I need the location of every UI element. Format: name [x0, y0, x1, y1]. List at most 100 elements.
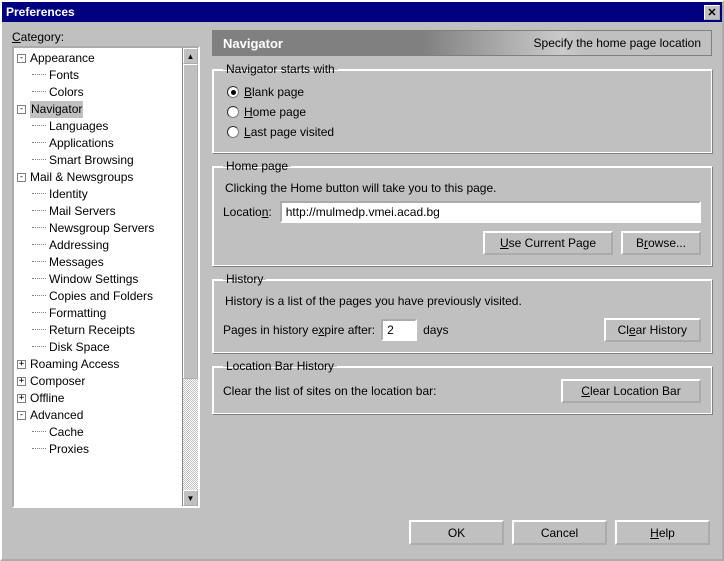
category-label: Category: [12, 30, 200, 46]
days-label: days [423, 323, 448, 337]
tree-child-item[interactable]: Applications [14, 135, 198, 152]
radio-option[interactable]: Home page [223, 102, 701, 122]
radio-icon[interactable] [227, 126, 239, 138]
scroll-thumb[interactable] [183, 64, 198, 379]
tree-item-label: Applications [49, 135, 114, 152]
tree-connector [32, 210, 46, 211]
expand-icon[interactable]: + [17, 394, 26, 403]
tree-item-label: Roaming Access [30, 356, 119, 373]
category-column: Category: -AppearanceFontsColors-Navigat… [12, 30, 200, 508]
home-page-legend: Home page [223, 159, 291, 173]
tree-item-label: Proxies [49, 441, 89, 458]
tree-parent-item[interactable]: -Appearance [14, 50, 198, 67]
tree-child-item[interactable]: Mail Servers [14, 203, 198, 220]
locbar-desc: Clear the list of sites on the location … [223, 384, 436, 398]
radio-dot-icon [231, 90, 236, 95]
clear-history-button[interactable]: Clear History [604, 318, 701, 342]
tree-parent-item[interactable]: + Composer [14, 373, 198, 390]
tree-item-label: Navigator [30, 101, 83, 118]
tree-item-label: Languages [49, 118, 108, 135]
tree-child-item[interactable]: Newsgroup Servers [14, 220, 198, 237]
window-title: Preferences [6, 5, 75, 19]
collapse-icon[interactable]: - [17, 105, 26, 114]
use-current-page-button[interactable]: Use Current Page [483, 231, 613, 255]
collapse-icon[interactable]: - [17, 54, 26, 63]
tree-parent-item[interactable]: -Advanced [14, 407, 198, 424]
tree-parent-item[interactable]: + Roaming Access [14, 356, 198, 373]
panel-title: Navigator [223, 36, 283, 51]
panel-description: Specify the home page location [534, 36, 701, 50]
radio-option[interactable]: Blank page [223, 82, 701, 102]
tree-item-label: Mail Servers [49, 203, 116, 220]
tree-connector [32, 74, 46, 75]
history-legend: History [223, 272, 266, 286]
tree-item-label: Newsgroup Servers [49, 220, 154, 237]
tree-child-item[interactable]: Identity [14, 186, 198, 203]
clear-location-bar-button[interactable]: Clear Location Bar [561, 379, 701, 403]
cancel-button[interactable]: Cancel [512, 520, 607, 545]
tree-item-label: Messages [49, 254, 104, 271]
tree-child-item[interactable]: Return Receipts [14, 322, 198, 339]
collapse-icon[interactable]: - [17, 411, 26, 420]
ok-button[interactable]: OK [409, 520, 504, 545]
arrow-down-icon: ▼ [187, 494, 195, 503]
history-expire-row: Pages in history expire after: days Clea… [223, 318, 701, 342]
tree-item-label: Formatting [49, 305, 106, 322]
arrow-up-icon: ▲ [187, 52, 195, 61]
tree-connector [32, 278, 46, 279]
location-label: Location: [223, 205, 272, 219]
tree-child-item[interactable]: Copies and Folders [14, 288, 198, 305]
tree-parent-item[interactable]: -Mail & Newsgroups [14, 169, 198, 186]
close-icon: ✕ [707, 6, 716, 19]
expire-days-input[interactable] [381, 319, 417, 341]
tree-connector [32, 346, 46, 347]
tree-child-item[interactable]: Messages [14, 254, 198, 271]
tree-child-item[interactable]: Formatting [14, 305, 198, 322]
tree-child-item[interactable]: Window Settings [14, 271, 198, 288]
location-input[interactable] [280, 201, 701, 223]
tree-child-item[interactable]: Fonts [14, 67, 198, 84]
close-button[interactable]: ✕ [704, 5, 720, 20]
navigator-starts-with-group: Navigator starts with Blank pageHome pag… [212, 62, 712, 153]
category-tree[interactable]: -AppearanceFontsColors-NavigatorLanguage… [14, 48, 198, 506]
tree-item-label: Cache [49, 424, 84, 441]
tree-child-item[interactable]: Smart Browsing [14, 152, 198, 169]
location-bar-history-group: Location Bar History Clear the list of s… [212, 359, 712, 414]
tree-child-item[interactable]: Disk Space [14, 339, 198, 356]
browse-button[interactable]: Browse... [621, 231, 701, 255]
radio-icon[interactable] [227, 106, 239, 118]
radio-option[interactable]: Last page visited [223, 122, 701, 142]
tree-parent-item[interactable]: -Navigator [14, 101, 198, 118]
category-tree-container: -AppearanceFontsColors-NavigatorLanguage… [12, 46, 200, 508]
collapse-icon[interactable]: - [17, 173, 26, 182]
tree-connector [32, 193, 46, 194]
radio-label: Blank page [244, 83, 304, 101]
tree-item-label: Fonts [49, 67, 79, 84]
help-button[interactable]: Help [615, 520, 710, 545]
scroll-track[interactable] [183, 64, 198, 490]
tree-connector [32, 244, 46, 245]
radio-icon[interactable] [227, 86, 239, 98]
titlebar: Preferences ✕ [2, 2, 722, 22]
tree-child-item[interactable]: Languages [14, 118, 198, 135]
scroll-down-button[interactable]: ▼ [183, 490, 198, 506]
tree-connector [32, 91, 46, 92]
expand-icon[interactable]: + [17, 377, 26, 386]
tree-child-item[interactable]: Cache [14, 424, 198, 441]
tree-parent-item[interactable]: +Offline [14, 390, 198, 407]
dialog-content: Category: -AppearanceFontsColors-Navigat… [2, 22, 722, 508]
tree-child-item[interactable]: Colors [14, 84, 198, 101]
scrollbar[interactable]: ▲ ▼ [182, 48, 198, 506]
tree-child-item[interactable]: Addressing [14, 237, 198, 254]
expand-icon[interactable]: + [17, 360, 26, 369]
scroll-up-button[interactable]: ▲ [183, 48, 198, 64]
tree-child-item[interactable]: Proxies [14, 441, 198, 458]
tree-connector [32, 448, 46, 449]
tree-item-label: Composer [30, 373, 85, 390]
tree-item-label: Mail & Newsgroups [30, 169, 133, 186]
tree-item-label: Colors [49, 84, 84, 101]
history-group: History History is a list of the pages y… [212, 272, 712, 353]
home-page-buttons: Use Current Page Browse... [223, 231, 701, 255]
tree-item-label: Smart Browsing [49, 152, 134, 169]
location-row: Location: [223, 201, 701, 223]
